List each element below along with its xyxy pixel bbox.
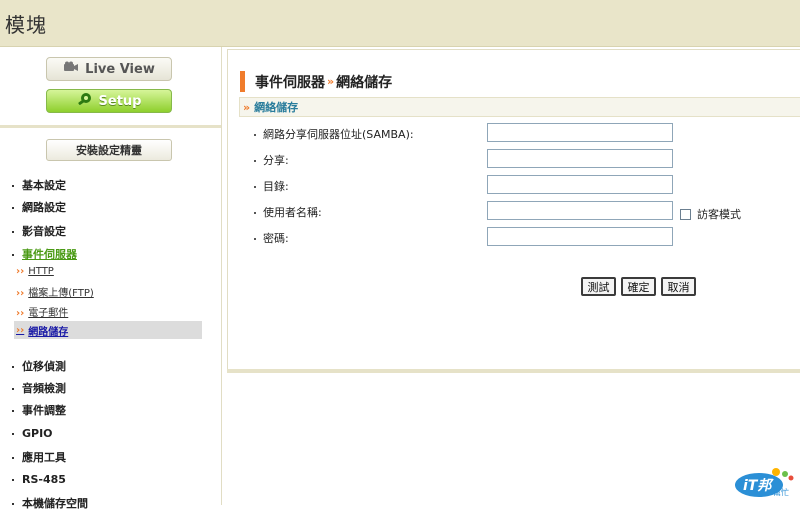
bullet-icon	[12, 457, 14, 459]
live-view-label: Live View	[85, 61, 155, 77]
share-label: 分享:	[254, 152, 289, 168]
bullet-icon	[12, 231, 14, 233]
double-chevron-icon: »	[243, 100, 251, 114]
menu-label: 本機儲存空間	[22, 497, 88, 510]
cancel-button[interactable]: 取消	[661, 277, 696, 296]
camera-icon	[63, 61, 79, 77]
bullet-icon	[12, 254, 14, 256]
bullet-icon	[12, 479, 14, 481]
field-label: 分享:	[263, 154, 289, 167]
menu-gpio[interactable]: GPIO	[12, 427, 53, 440]
menu-basic-settings[interactable]: 基本設定	[12, 177, 66, 193]
submenu-label: HTTP	[28, 266, 54, 277]
double-chevron-icon: ››	[16, 324, 25, 336]
menu-label: 應用工具	[22, 451, 66, 464]
guest-mode-checkbox[interactable]	[680, 208, 691, 220]
menu-av-settings[interactable]: 影音設定	[12, 223, 66, 239]
bullet-icon	[254, 134, 256, 136]
menu-label: 音頻檢測	[22, 382, 66, 395]
bullet-icon	[254, 186, 256, 188]
username-input[interactable]	[487, 201, 673, 220]
setup-button[interactable]: Setup	[46, 89, 172, 113]
double-chevron-icon: ››	[16, 288, 25, 299]
menu-label: RS-485	[22, 473, 66, 486]
heading-separator: »	[327, 75, 335, 88]
username-label: 使用者名稱:	[254, 204, 322, 220]
test-button[interactable]: 測試	[581, 277, 616, 296]
section-title: 網絡儲存	[254, 101, 299, 114]
bullet-icon	[12, 185, 14, 187]
logo-subtext: 幫忙	[773, 487, 789, 497]
samba-server-input[interactable]	[487, 123, 673, 142]
share-input[interactable]	[487, 149, 673, 168]
panel-bottom-border	[227, 369, 800, 373]
menu-label: 事件調整	[22, 404, 66, 417]
sidebar-mode-switch: Live View Setup	[0, 47, 221, 118]
menu-motion-detection[interactable]: 位移偵測	[12, 358, 66, 374]
menu-event-server[interactable]: 事件伺服器	[12, 246, 77, 262]
wrench-icon	[77, 92, 93, 110]
setup-label: Setup	[98, 93, 142, 109]
directory-input[interactable]	[487, 175, 673, 194]
menu-audio-detection[interactable]: 音頻檢測	[12, 380, 66, 396]
heading-page: 網絡儲存	[336, 74, 393, 91]
ok-button[interactable]: 確定	[621, 277, 656, 296]
menu-local-storage[interactable]: 本機儲存空間	[12, 495, 88, 511]
bullet-icon	[254, 212, 256, 214]
page-title: 模塊	[5, 13, 47, 37]
submenu-ftp[interactable]: ›› 檔案上傳(FTP)	[16, 284, 94, 299]
menu-label: 位移偵測	[22, 360, 66, 373]
top-bar: 模塊	[0, 0, 800, 47]
double-chevron-icon: ››	[16, 308, 25, 319]
sidebar-divider	[0, 125, 221, 128]
field-label: 目錄:	[263, 180, 289, 193]
sidebar: Live View Setup 安裝設定精靈 基本設定 網路設定 影音設定 事件…	[0, 47, 222, 510]
double-chevron-icon: ››	[16, 266, 25, 277]
menu-label: GPIO	[22, 427, 53, 440]
guest-mode-label: 訪客模式	[697, 208, 741, 221]
password-input[interactable]	[487, 227, 673, 246]
field-label: 網路分享伺服器位址(SAMBA):	[263, 128, 414, 141]
directory-label: 目錄:	[254, 178, 289, 194]
field-label: 密碼:	[263, 232, 289, 245]
section-header: » 網絡儲存	[239, 97, 800, 117]
menu-network-settings[interactable]: 網路設定	[12, 199, 66, 215]
setup-wizard-button[interactable]: 安裝設定精靈	[46, 139, 172, 161]
panel-heading: 事件伺服器 » 網絡儲存	[240, 71, 392, 92]
settings-panel: 事件伺服器 » 網絡儲存 » 網絡儲存 網路分享伺服器位址(SAMBA): 分享…	[227, 49, 800, 371]
live-view-button[interactable]: Live View	[46, 57, 172, 81]
bullet-icon	[12, 410, 14, 412]
menu-label: 基本設定	[22, 179, 66, 192]
menu-label: 影音設定	[22, 225, 66, 238]
guest-mode-option[interactable]: 訪客模式	[680, 206, 741, 222]
menu-label: 事件伺服器	[22, 248, 77, 261]
logo-text: iT邦	[743, 477, 774, 494]
bullet-icon	[12, 388, 14, 390]
menu-label: 網路設定	[22, 201, 66, 214]
submenu-label: 檔案上傳(FTP)	[28, 288, 94, 299]
submenu-http[interactable]: ›› HTTP	[16, 266, 54, 277]
submenu-label: 電子郵件	[28, 308, 69, 319]
password-label: 密碼:	[254, 230, 289, 246]
ithome-logo: iT邦 幫忙	[733, 465, 797, 499]
submenu-label: 網路儲存	[28, 326, 69, 338]
heading-section: 事件伺服器	[255, 74, 325, 91]
menu-rs485[interactable]: RS-485	[12, 473, 66, 486]
bullet-icon	[254, 160, 256, 162]
menu-tools[interactable]: 應用工具	[12, 449, 66, 465]
bullet-icon	[254, 238, 256, 240]
bullet-icon	[12, 433, 14, 435]
submenu-email[interactable]: ›› 電子郵件	[16, 304, 68, 319]
submenu-network-storage[interactable]: ›› 網路儲存	[14, 321, 202, 339]
menu-event-adjustment[interactable]: 事件調整	[12, 402, 66, 418]
samba-server-label: 網路分享伺服器位址(SAMBA):	[254, 126, 414, 142]
bullet-icon	[12, 207, 14, 209]
field-label: 使用者名稱:	[263, 206, 322, 219]
bullet-icon	[12, 366, 14, 368]
